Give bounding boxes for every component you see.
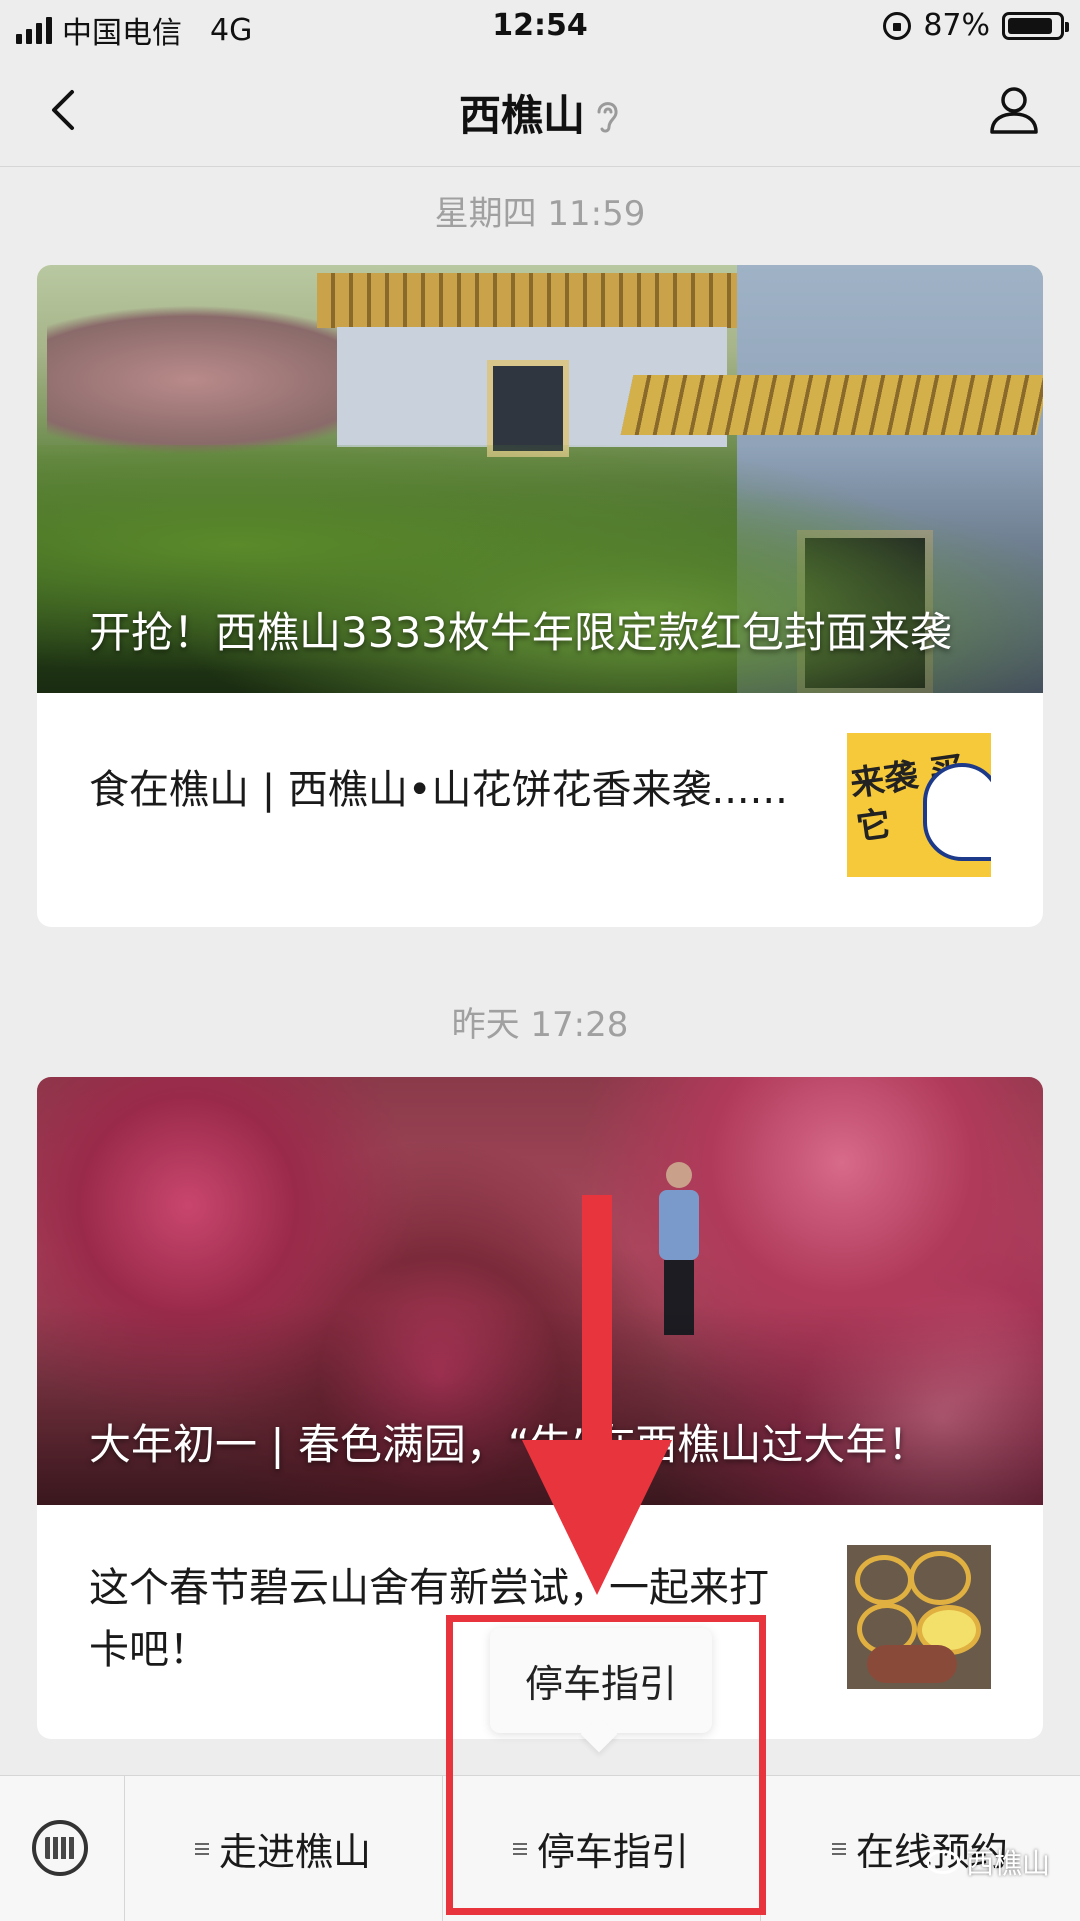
article-card[interactable]: 开抢！西樵山3333枚牛年限定款红包封面来袭 食在樵山 | 西樵山•山花饼花香来… [37,265,1043,927]
watermark-text: 西樵山 [965,1847,1050,1880]
sub-article-title[interactable]: 食在樵山 | 西樵山•山花饼花香来袭...... [89,759,809,821]
article-cover-image[interactable]: 开抢！西樵山3333枚牛年限定款红包封面来袭 [37,265,1043,693]
battery-percent: 87% [923,8,990,43]
submenu-popup[interactable]: 停车指引 [490,1628,712,1733]
keyboard-toggle-button[interactable] [0,1776,125,1921]
keyboard-icon [32,1820,88,1876]
timestamp: 昨天 17:28 [451,1005,629,1045]
rotation-lock-icon [883,11,912,40]
profile-icon[interactable] [986,82,1042,138]
menu-lines-icon [194,1840,209,1858]
sub-article-thumbnail[interactable] [847,1545,991,1689]
menu-item-label: 停车指引 [536,1830,689,1874]
battery-icon [1002,11,1069,40]
ear-icon [597,102,618,133]
sub-article-thumbnail[interactable]: 来袭 买它 [847,733,991,877]
bottom-menu-bar: 走进樵山 停车指引 在线预约 [0,1775,1080,1921]
sub-article-row[interactable]: 食在樵山 | 西樵山•山花饼花香来袭...... 来袭 买它 [37,693,1043,927]
nav-bar: 西樵山 [0,56,1080,167]
page-title: 西樵山 [0,82,1080,143]
timestamp: 星期四 11:59 [434,194,646,234]
status-bar: 中国电信 4G 12:54 87% [0,0,1080,56]
menu-lines-icon [831,1840,846,1858]
watermark: 西樵山 [925,1842,1050,1882]
menu-item-enter-qiaoshan[interactable]: 走进樵山 [124,1776,442,1921]
wechat-logo-icon [925,1850,960,1874]
nav-title-text: 西樵山 [458,91,585,140]
menu-item-label: 走进樵山 [218,1830,371,1874]
menu-lines-icon [512,1840,527,1858]
status-right: 87% [883,8,1069,43]
annotation-arrow-head [522,1440,672,1595]
menu-item-parking[interactable]: 停车指引 [442,1776,760,1921]
submenu-item-parking[interactable]: 停车指引 [525,1653,677,1708]
article-cover-title[interactable]: 开抢！西樵山3333枚牛年限定款红包封面来袭 [89,601,983,665]
